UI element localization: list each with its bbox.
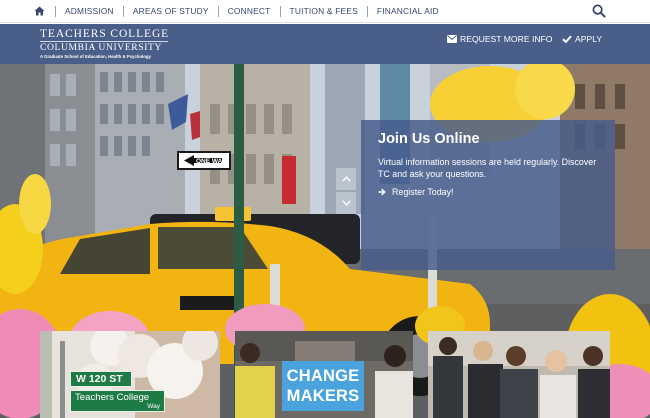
panel-title: Join Us Online — [378, 131, 480, 147]
street-sign: W 120 ST Teachers College Way — [70, 371, 165, 412]
top-utility-nav: ADMISSION AREAS OF STUDY CONNECT TUITION… — [0, 0, 650, 23]
home-icon[interactable] — [32, 4, 46, 18]
arrow-right-icon — [378, 188, 386, 196]
register-link[interactable]: Register Today! — [378, 187, 600, 197]
apply-label: APPLY — [575, 34, 603, 44]
nav-financial-aid[interactable]: FINANCIAL AID — [377, 6, 439, 16]
logo-line-columbia: COLUMBIA UNIVERSITY — [40, 42, 162, 53]
nav-divider — [217, 5, 219, 17]
envelope-icon — [447, 35, 457, 43]
nav-divider — [279, 5, 281, 17]
change-makers-line1: CHANGE — [286, 367, 360, 385]
request-info-label: REQUEST MORE INFO — [460, 34, 553, 44]
card-campus-street[interactable]: W 120 ST Teachers College Way — [40, 331, 220, 418]
college-logo[interactable]: TEACHERS COLLEGE COLUMBIA UNIVERSITY A G… — [40, 28, 175, 60]
chevron-down-icon — [341, 200, 351, 206]
search-icon[interactable] — [592, 4, 606, 18]
street-sign-sub: Way — [147, 403, 160, 410]
apply-button[interactable]: APPLY — [562, 34, 602, 44]
nav-admission[interactable]: ADMISSION — [65, 6, 114, 16]
panel-body: Virtual information sessions are held re… — [378, 157, 597, 179]
logo-line-teachers-college: TEACHERS COLLEGE — [40, 28, 170, 40]
logo-tagline: A Graduate School of Education, Health &… — [40, 54, 151, 59]
one-way-sign-text: ONE WAY — [196, 158, 227, 165]
card-change-makers[interactable]: CHANGE MAKERS — [235, 331, 413, 418]
nav-divider — [55, 5, 56, 17]
request-info-button[interactable]: REQUEST MORE INFO — [447, 34, 552, 44]
classroom-photo — [428, 331, 610, 418]
nav-tuition-fees[interactable]: TUITION & FEES — [290, 6, 358, 16]
change-makers-badge: CHANGE MAKERS — [282, 361, 364, 411]
nav-divider — [366, 5, 368, 17]
register-link-label: Register Today! — [392, 187, 454, 197]
info-session-panel: Join Us Online Virtual information sessi… — [361, 120, 615, 270]
checkmark-icon — [562, 35, 572, 43]
nav-connect[interactable]: CONNECT — [228, 6, 271, 16]
nav-areas-of-study[interactable]: AREAS OF STUDY — [133, 6, 209, 16]
site-header: TEACHERS COLLEGE COLUMBIA UNIVERSITY A G… — [0, 24, 650, 64]
nav-divider — [122, 5, 124, 17]
street-sign-name: Teachers College Way — [70, 390, 165, 412]
card-classroom[interactable] — [428, 331, 610, 418]
chevron-up-icon — [341, 176, 351, 182]
change-makers-line2: MAKERS — [286, 387, 360, 405]
scroll-down-button[interactable] — [336, 192, 356, 214]
street-sign-name-text: Teachers College — [75, 392, 150, 403]
street-sign-street: W 120 ST — [70, 371, 132, 387]
scroll-up-button[interactable] — [336, 168, 356, 190]
